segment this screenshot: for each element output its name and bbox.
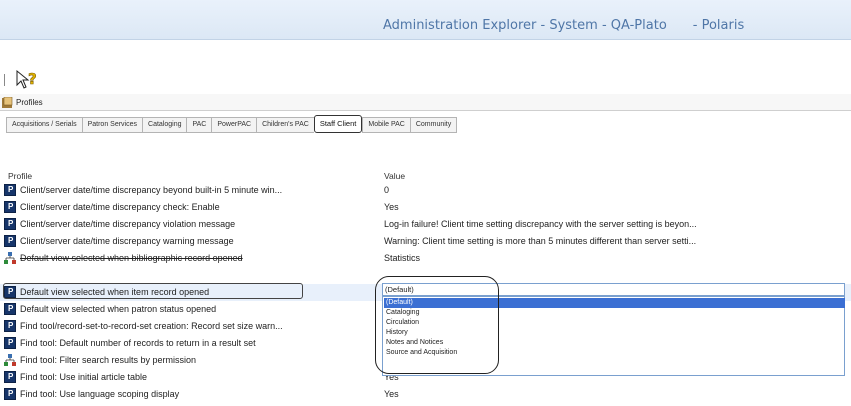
column-header-value[interactable]: Value xyxy=(384,171,405,181)
profile-icon xyxy=(4,218,16,230)
profile-value: Yes xyxy=(384,202,399,212)
tab-mobile-pac[interactable]: Mobile PAC xyxy=(362,117,410,133)
profile-icon xyxy=(4,235,16,247)
profile-name: Client/server date/time discrepancy chec… xyxy=(20,202,220,212)
profile-tabs: Acquisitions / Serials Patron Services C… xyxy=(6,115,458,134)
profile-value: Statistics xyxy=(384,253,421,263)
profile-name: Find tool: Filter search results by perm… xyxy=(20,355,197,365)
list-item[interactable]: Default view selected when bibliographic… xyxy=(0,250,851,267)
profile-value: Yes xyxy=(384,389,399,399)
svg-text:?: ? xyxy=(28,70,37,88)
profile-value: 0 xyxy=(384,185,390,195)
profile-icon xyxy=(4,184,16,196)
window-title: Administration Explorer - System - QA-Pl… xyxy=(383,18,744,33)
profile-icon xyxy=(4,337,16,349)
product-name: - Polaris xyxy=(692,18,745,33)
profile-name: Default view selected when bibliographic… xyxy=(20,253,243,263)
profile-icon xyxy=(4,371,16,383)
profile-name: Find tool: Use language scoping display xyxy=(20,389,180,399)
profile-name: Find tool: Default number of records to … xyxy=(20,338,256,348)
profile-icon xyxy=(4,201,16,213)
profile-name: Find tool/record-set-to-record-set creat… xyxy=(20,321,283,331)
profile-name: Client/server date/time discrepancy viol… xyxy=(20,219,236,229)
profile-name: Client/server date/time discrepancy beyo… xyxy=(20,185,283,195)
tab-powerpac[interactable]: PowerPAC xyxy=(211,117,257,133)
tab-cataloging[interactable]: Cataloging xyxy=(142,117,187,133)
tree-icon xyxy=(4,354,16,366)
list-item[interactable]: Client/server date/time discrepancy chec… xyxy=(0,199,851,216)
tab-acquisitions-serials[interactable]: Acquisitions / Serials xyxy=(6,117,82,133)
profile-value: Warning: Client time setting is more tha… xyxy=(384,236,697,246)
list-item[interactable]: Client/server date/time discrepancy beyo… xyxy=(0,182,851,199)
profile-value: Log-in failure! Client time setting disc… xyxy=(384,219,697,229)
profile-icon xyxy=(4,303,16,315)
selected-row-highlight xyxy=(3,283,303,299)
help-pointer-icon[interactable]: ? xyxy=(14,67,42,91)
profile-name: Default view selected when patron status… xyxy=(20,304,217,314)
tab-childrens-pac[interactable]: Children's PAC xyxy=(256,117,314,133)
list-item[interactable]: Find tool: Use language scoping display … xyxy=(0,386,851,403)
tab-patron-services[interactable]: Patron Services xyxy=(81,117,143,133)
profile-name: Client/server date/time discrepancy warn… xyxy=(20,236,234,246)
column-header-profile[interactable]: Profile xyxy=(8,171,32,181)
profiles-bar: Profiles xyxy=(0,94,851,111)
list-item[interactable]: Client/server date/time discrepancy warn… xyxy=(0,233,851,250)
profile-icon xyxy=(4,320,16,332)
profile-name: Find tool: Use initial article table xyxy=(20,372,148,382)
tab-pac[interactable]: PAC xyxy=(186,117,212,133)
window-titlebar: Administration Explorer - System - QA-Pl… xyxy=(0,0,851,40)
tab-staff-client[interactable]: Staff Client xyxy=(313,115,363,133)
dropdown-callout xyxy=(375,276,499,374)
list-item[interactable]: Client/server date/time discrepancy viol… xyxy=(0,216,851,233)
toolbar-grip xyxy=(4,74,9,86)
profile-icon xyxy=(4,388,16,400)
window-title-text: Administration Explorer - System - QA-Pl… xyxy=(383,18,667,33)
tree-icon xyxy=(4,252,16,264)
toolbar: ? xyxy=(0,62,851,94)
profiles-label: Profiles xyxy=(16,98,43,107)
profiles-icon xyxy=(2,97,13,108)
tab-community[interactable]: Community xyxy=(409,117,458,133)
